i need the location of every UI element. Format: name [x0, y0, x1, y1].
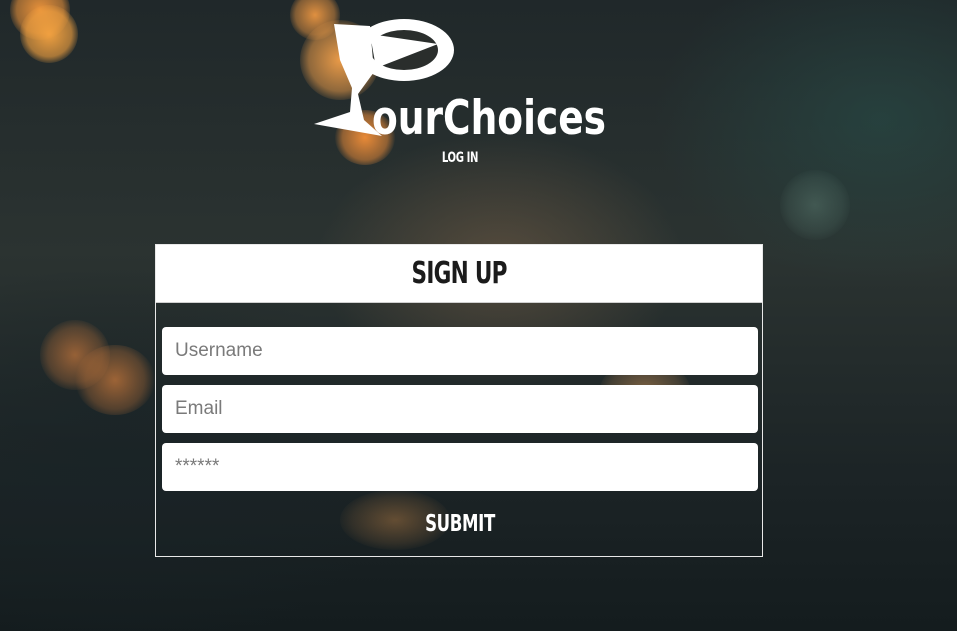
glass-flag-logo-icon: ourChoices [314, 19, 606, 140]
bokeh-light [780, 170, 850, 240]
bokeh-light [20, 5, 78, 63]
email-input[interactable] [162, 385, 758, 433]
signup-card: SIGN UP SUBMIT [155, 244, 763, 557]
login-link[interactable]: LOG IN [428, 150, 492, 166]
brand-logo[interactable]: ourChoices [312, 16, 612, 140]
username-input[interactable] [162, 327, 758, 375]
brand-name: ourChoices [372, 91, 606, 140]
submit-button[interactable]: SUBMIT [417, 507, 503, 541]
password-input[interactable] [162, 443, 758, 491]
signup-card-header: SIGN UP [156, 245, 762, 303]
bokeh-light [75, 345, 155, 415]
signup-title: SIGN UP [411, 256, 507, 291]
